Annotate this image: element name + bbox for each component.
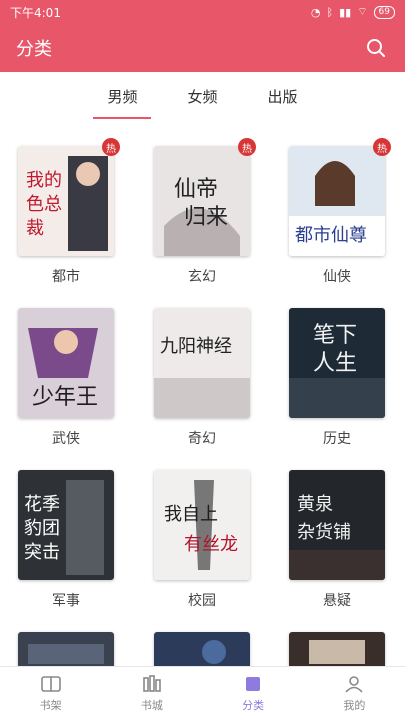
nav-bookstore[interactable]: 书城 [101, 667, 202, 720]
category-label: 校园 [188, 593, 216, 609]
tab-female[interactable]: 女频 [179, 80, 225, 113]
bookshelf-icon [40, 676, 61, 692]
category-item[interactable]: 仙帝归来 热 玄幻 [154, 138, 256, 286]
tab-male[interactable]: 男频 [93, 80, 152, 119]
svg-text:归来: 归来 [184, 205, 228, 230]
category-item[interactable]: 笔下 人生 历史 [289, 308, 385, 448]
status-time: 下午4:01 [10, 5, 61, 20]
app-bar: 分类 [0, 24, 405, 72]
nav-label: 分类 [242, 699, 265, 712]
category-label: 历史 [323, 431, 351, 447]
category-label: 武侠 [52, 431, 80, 447]
hot-badge: 热 [102, 138, 120, 156]
svg-text:仙帝: 仙帝 [174, 177, 218, 202]
svg-text:少年王: 少年王 [32, 385, 98, 410]
category-item[interactable]: 九阳神经 奇幻 [154, 308, 250, 448]
bookstore-icon [143, 675, 161, 692]
book-cover: 仙帝归来 热 [154, 138, 256, 256]
tab-publish[interactable]: 出版 [260, 80, 306, 113]
hot-badge: 热 [373, 138, 391, 156]
svg-text:都市仙尊: 都市仙尊 [295, 225, 367, 246]
svg-text:色总: 色总 [26, 194, 62, 215]
category-label: 玄幻 [188, 269, 216, 285]
hot-badge: 热 [238, 138, 256, 156]
signal-icon: ▮▮ [339, 5, 352, 19]
svg-text:突击: 突击 [24, 542, 60, 563]
svg-text:杂货铺: 杂货铺 [297, 522, 351, 543]
nav-label: 书城 [140, 699, 163, 712]
search-icon [367, 39, 385, 57]
svg-text:黄泉: 黄泉 [297, 494, 333, 515]
book-cover: 我自上有丝龙 [154, 470, 250, 580]
bottom-nav: 书架 书城 分类 我的 [0, 666, 405, 720]
category-item[interactable]: 黄泉杂货铺 悬疑 [289, 470, 385, 610]
book-cover: 都市仙尊 热 [289, 138, 391, 256]
nav-category[interactable]: 分类 [203, 667, 304, 720]
nav-label: 我的 [343, 699, 366, 712]
book-cover: 笔下 人生 [289, 308, 385, 418]
svg-text:花季: 花季 [24, 494, 60, 515]
category-item[interactable]: 都市仙尊 热 仙侠 [289, 138, 391, 286]
category-item[interactable]: 我的色总裁 热 都市 [18, 138, 120, 286]
book-cover: 我的色总裁 热 [18, 138, 120, 256]
book-cover: 九阳神经 [154, 308, 250, 418]
category-label: 军事 [52, 593, 80, 609]
category-label: 奇幻 [188, 431, 216, 447]
svg-text:我的: 我的 [26, 170, 62, 191]
svg-text:有丝龙: 有丝龙 [184, 534, 238, 555]
category-tabs: 男频 女频 出版 [0, 72, 405, 120]
status-bar: 下午4:01 ◔ ᛒ ▮▮ ⌔ 69 [0, 0, 405, 24]
alarm-icon: ◔ [310, 5, 321, 19]
book-cover: 少年王 [18, 308, 114, 418]
category-label: 悬疑 [323, 593, 351, 609]
svg-text:笔下: 笔下 [313, 323, 357, 348]
category-item[interactable]: 少年王 武侠 [18, 308, 114, 448]
battery-indicator: 69 [373, 5, 395, 19]
svg-text:九阳神经: 九阳神经 [160, 336, 232, 357]
category-item[interactable]: 我自上有丝龙 校园 [154, 470, 250, 610]
search-button[interactable] [363, 35, 389, 61]
category-item[interactable]: 花季豹团突击 军事 [18, 470, 114, 610]
svg-text:人生: 人生 [313, 351, 357, 376]
category-label: 仙侠 [323, 269, 351, 285]
page-title: 分类 [16, 39, 52, 60]
status-icons: ◔ ᛒ ▮▮ ⌔ 69 [311, 5, 395, 19]
svg-text:裁: 裁 [26, 218, 44, 239]
profile-icon [345, 676, 363, 693]
nav-profile[interactable]: 我的 [304, 667, 405, 720]
book-cover: 黄泉 杂货铺 [289, 470, 385, 580]
svg-text:豹团: 豹团 [24, 518, 60, 539]
bluetooth-icon: ᛒ [326, 5, 334, 19]
svg-text:我自上: 我自上 [164, 504, 218, 525]
nav-bookshelf[interactable]: 书架 [0, 667, 101, 720]
wifi-icon: ⌔ [357, 5, 368, 18]
nav-label: 书架 [39, 699, 62, 712]
category-label: 都市 [52, 269, 80, 285]
category-icon [246, 677, 261, 691]
book-cover: 花季 豹团 突击 [18, 470, 114, 580]
